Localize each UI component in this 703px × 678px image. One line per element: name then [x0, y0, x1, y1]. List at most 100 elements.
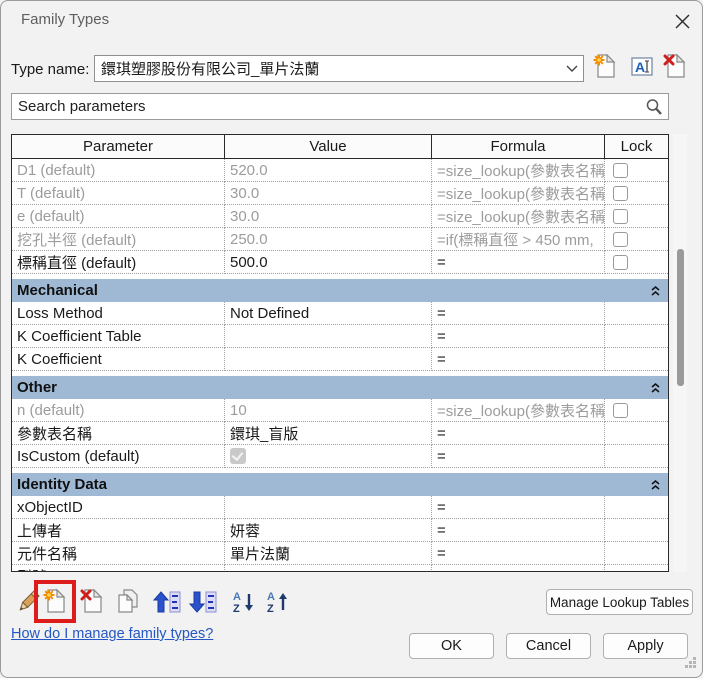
formula-cell[interactable]: =size_lookup(參數表名稱 — [432, 159, 605, 182]
move-down-button[interactable] — [189, 586, 219, 618]
value-cell[interactable]: 妍蓉 — [225, 519, 432, 542]
table-row[interactable]: 挖孔半徑 (default)250.0=if(標稱直徑 > 450 mm, — [12, 228, 668, 251]
formula-cell[interactable]: = — [432, 348, 605, 371]
formula-cell[interactable]: = — [432, 496, 605, 519]
formula-cell[interactable]: = — [432, 445, 605, 468]
edit-parameter-button[interactable] — [13, 586, 43, 618]
column-header-value[interactable]: Value — [225, 135, 432, 158]
column-header-formula[interactable]: Formula — [432, 135, 605, 158]
value-cell[interactable] — [225, 496, 432, 519]
table-row[interactable]: n (default)10=size_lookup(參數表名稱 — [12, 399, 668, 422]
family-types-dialog: { "window": { "title": "Family Types" },… — [0, 0, 703, 678]
lock-cell — [605, 519, 668, 542]
close-button[interactable] — [667, 7, 697, 35]
param-cell: 元件名稱 — [12, 542, 225, 565]
table-row[interactable]: Loss MethodNot Defined= — [12, 302, 668, 325]
value-cell[interactable] — [225, 325, 432, 348]
section-header-identity-data[interactable]: Identity Data — [12, 473, 668, 496]
column-header-lock[interactable]: Lock — [605, 135, 668, 158]
new-type-button[interactable] — [593, 53, 619, 81]
table-row[interactable]: xObjectID= — [12, 496, 668, 519]
search-box — [11, 93, 669, 120]
formula-cell[interactable]: = — [432, 251, 605, 274]
formula-cell[interactable]: = — [432, 565, 605, 572]
table-row[interactable]: 型號VP-260= — [12, 565, 668, 572]
search-icon[interactable] — [640, 98, 668, 116]
new-parameter-icon — [43, 588, 69, 616]
formula-cell[interactable]: = — [432, 542, 605, 565]
value-cell[interactable] — [225, 445, 432, 468]
rename-type-button[interactable]: A — [629, 53, 655, 81]
formula-cell[interactable]: =size_lookup(參數表名稱 — [432, 182, 605, 205]
value-checkbox-checked — [230, 448, 246, 464]
param-cell: 挖孔半徑 (default) — [12, 228, 225, 251]
type-name-combobox[interactable]: 鐶琪塑膠股份有限公司_單片法蘭 — [94, 55, 584, 82]
table-row[interactable]: IsCustom (default) = — [12, 445, 668, 468]
value-cell[interactable]: 30.0 — [225, 182, 432, 205]
lock-checkbox[interactable] — [613, 209, 628, 224]
value-cell[interactable]: 鐶琪_盲版 — [225, 422, 432, 445]
param-cell: IsCustom (default) — [12, 445, 225, 468]
param-cell: 型號 — [12, 565, 225, 572]
delete-parameter-button[interactable] — [78, 586, 108, 618]
lock-cell — [605, 399, 668, 422]
scrollbar-thumb[interactable] — [677, 249, 684, 386]
formula-cell[interactable]: = — [432, 302, 605, 325]
value-cell[interactable]: 500.0 — [225, 251, 432, 274]
formula-cell[interactable]: =size_lookup(參數表名稱 — [432, 205, 605, 228]
table-row[interactable]: D1 (default)520.0=size_lookup(參數表名稱 — [12, 159, 668, 182]
lock-checkbox[interactable] — [613, 163, 628, 178]
section-header-mechanical[interactable]: Mechanical — [12, 279, 668, 302]
apply-button[interactable]: Apply — [603, 633, 688, 659]
value-cell[interactable]: 單片法蘭 — [225, 542, 432, 565]
param-cell: K Coefficient Table — [12, 325, 225, 348]
delete-type-button[interactable] — [663, 53, 689, 81]
value-cell[interactable]: Not Defined — [225, 302, 432, 325]
table-row[interactable]: K Coefficient= — [12, 348, 668, 371]
svg-text:Z: Z — [233, 603, 240, 615]
formula-cell[interactable]: =if(標稱直徑 > 450 mm, — [432, 228, 605, 251]
formula-cell[interactable]: =size_lookup(參數表名稱 — [432, 399, 605, 422]
param-cell: 標稱直徑 (default) — [12, 251, 225, 274]
search-input[interactable] — [12, 97, 640, 116]
delete-type-icon — [663, 53, 689, 81]
table-row[interactable]: K Coefficient Table = — [12, 325, 668, 348]
table-row[interactable]: T (default)30.0=size_lookup(參數表名稱 — [12, 182, 668, 205]
table-row[interactable]: 標稱直徑 (default)500.0= — [12, 251, 668, 274]
column-header-parameter[interactable]: Parameter — [12, 135, 225, 158]
section-header-other[interactable]: Other — [12, 376, 668, 399]
value-cell[interactable]: 30.0 — [225, 205, 432, 228]
table-row[interactable]: 參數表名稱鐶琪_盲版= — [12, 422, 668, 445]
sort-ascending-button[interactable]: A Z — [229, 586, 259, 618]
table-row[interactable]: e (default)30.0=size_lookup(參數表名稱 — [12, 205, 668, 228]
lock-cell — [605, 302, 668, 325]
table-header: Parameter Value Formula Lock — [12, 135, 668, 159]
param-cell: Loss Method — [12, 302, 225, 325]
formula-cell[interactable]: = — [432, 422, 605, 445]
value-cell[interactable]: 520.0 — [225, 159, 432, 182]
table-row[interactable]: 元件名稱單片法蘭= — [12, 542, 668, 565]
value-cell[interactable] — [225, 348, 432, 371]
ok-button[interactable]: OK — [409, 633, 494, 659]
new-parameter-button[interactable] — [41, 586, 71, 618]
param-cell: T (default) — [12, 182, 225, 205]
new-type-icon — [593, 53, 619, 81]
lock-cell — [605, 565, 668, 572]
formula-cell[interactable]: = — [432, 325, 605, 348]
value-cell[interactable]: VP-260 — [225, 565, 432, 572]
copy-parameter-button[interactable] — [114, 586, 144, 618]
manage-lookup-tables-button[interactable]: Manage Lookup Tables — [546, 589, 693, 615]
resize-grip-icon[interactable] — [685, 655, 696, 672]
lock-checkbox[interactable] — [613, 255, 628, 270]
lock-checkbox[interactable] — [613, 403, 628, 418]
cancel-button[interactable]: Cancel — [506, 633, 591, 659]
sort-descending-button[interactable]: A Z — [263, 586, 293, 618]
lock-checkbox[interactable] — [613, 232, 628, 247]
value-cell[interactable]: 250.0 — [225, 228, 432, 251]
value-cell[interactable]: 10 — [225, 399, 432, 422]
help-link[interactable]: How do I manage family types? — [11, 626, 213, 642]
move-up-button[interactable] — [153, 586, 183, 618]
table-row[interactable]: 上傳者妍蓉= — [12, 519, 668, 542]
formula-cell[interactable]: = — [432, 519, 605, 542]
lock-checkbox[interactable] — [613, 186, 628, 201]
